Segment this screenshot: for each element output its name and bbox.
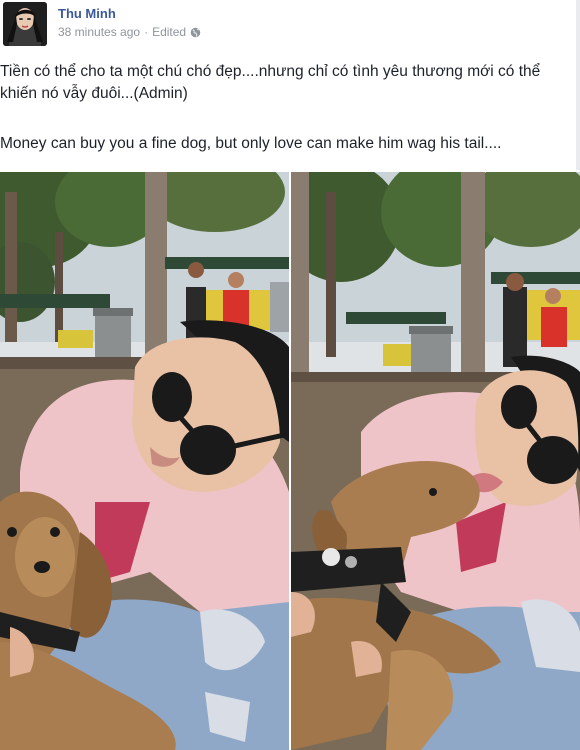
post-header: Thu Minh 38 minutes ago · Edited <box>0 0 580 50</box>
photo-woman-kissed-by-dog <box>291 172 580 750</box>
post-photo-left[interactable] <box>0 172 289 750</box>
photo-woman-with-dog <box>0 172 289 750</box>
post-text-vietnamese: Tiền có thể cho ta một chú chó đẹp....nh… <box>0 63 541 102</box>
meta-separator: · <box>144 25 149 39</box>
post-meta: 38 minutes ago · Edited <box>58 25 201 39</box>
facebook-post: Thu Minh 38 minutes ago · Edited Tiền có… <box>0 0 580 750</box>
scrollbar[interactable] <box>576 0 580 170</box>
post-timestamp[interactable]: 38 minutes ago <box>58 25 140 39</box>
avatar-image <box>3 2 47 46</box>
edited-label[interactable]: Edited <box>152 25 186 39</box>
globe-icon[interactable] <box>190 27 201 38</box>
post-photo-right[interactable] <box>291 172 580 750</box>
post-text-english: Money can buy you a fine dog, but only l… <box>0 135 502 152</box>
author-avatar[interactable] <box>3 2 47 46</box>
author-name[interactable]: Thu Minh <box>58 6 116 21</box>
